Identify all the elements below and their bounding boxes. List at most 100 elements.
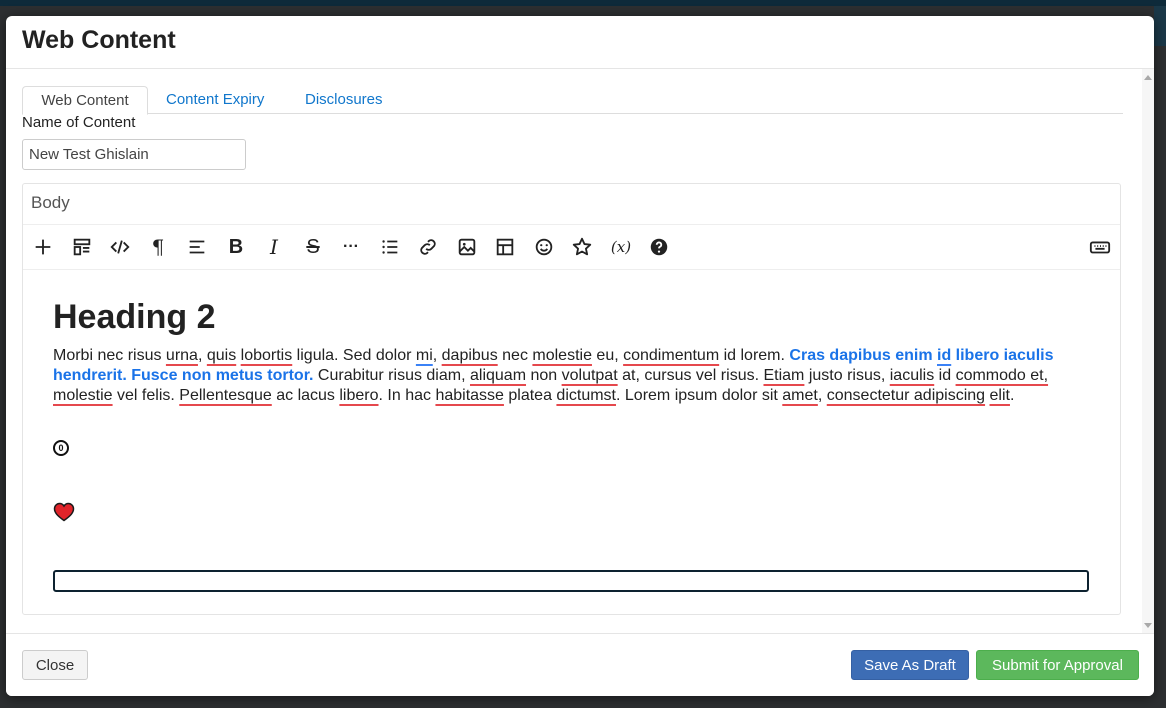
emoji-button[interactable] xyxy=(530,233,558,261)
text-segment: . In hac xyxy=(378,387,436,404)
grammar-flag[interactable]: mi xyxy=(416,347,433,364)
modal-body: Web Content Content Expiry Disclosures N… xyxy=(6,69,1154,634)
text-segment: id xyxy=(934,367,956,384)
plus-icon xyxy=(35,239,51,255)
strikethrough-icon: S xyxy=(306,235,320,258)
spelling-flag[interactable]: dapibus xyxy=(442,347,498,364)
heart-icon xyxy=(53,502,75,522)
paragraph-icon: ¶ xyxy=(151,235,165,259)
tab-bar: Web Content Content Expiry Disclosures xyxy=(22,86,1123,115)
spelling-flag[interactable]: volutpat xyxy=(562,367,618,384)
variable-icon: (x) xyxy=(610,238,632,256)
tab-disclosures[interactable]: Disclosures xyxy=(305,86,383,114)
text-segment: Curabitur risus diam, xyxy=(313,367,470,384)
editor-toolbar: ¶ B I S ··· (x) xyxy=(23,224,1120,270)
spelling-flag[interactable]: amet xyxy=(782,387,818,404)
grammar-flag[interactable]: id xyxy=(937,347,951,364)
table-icon xyxy=(496,238,514,256)
spelling-flag[interactable]: habitasse xyxy=(435,387,504,404)
text-segment: platea xyxy=(503,387,557,404)
tab-content-expiry[interactable]: Content Expiry xyxy=(166,86,264,114)
blocks-button[interactable] xyxy=(68,233,96,261)
text-segment: . xyxy=(1009,387,1015,404)
image-button[interactable] xyxy=(453,233,481,261)
scroll-down-arrow-icon[interactable] xyxy=(1144,623,1152,628)
blocks-icon xyxy=(73,238,91,256)
submit-for-approval-button[interactable]: Submit for Approval xyxy=(976,650,1139,680)
bold-button[interactable]: B xyxy=(222,233,250,261)
spelling-flag[interactable]: dictumst xyxy=(556,387,616,404)
ellipsis-icon: ··· xyxy=(343,238,359,255)
backdrop-edge xyxy=(1154,6,1166,46)
body-label: Body xyxy=(31,193,70,212)
help-icon xyxy=(650,238,668,256)
italic-button[interactable]: I xyxy=(260,233,288,261)
spelling-flag[interactable]: Pellentesque xyxy=(179,387,272,404)
text-segment: Morbi nec risus xyxy=(53,347,166,364)
text-segment: , xyxy=(817,387,827,404)
code-icon xyxy=(110,240,130,254)
text-segment: ligula. Sed dolor xyxy=(292,347,416,364)
close-button[interactable]: Close xyxy=(22,650,88,680)
name-of-content-label: Name of Content xyxy=(22,114,136,131)
content-paragraph: Morbi nec risus urna, quis lobortis ligu… xyxy=(53,346,1088,406)
spelling-flag[interactable]: condimentum xyxy=(623,347,719,364)
source-code-button[interactable] xyxy=(106,233,134,261)
star-button[interactable] xyxy=(568,233,596,261)
spelling-flag[interactable]: quis xyxy=(207,347,236,364)
text-segment: non xyxy=(526,367,562,384)
list-icon xyxy=(382,240,398,254)
text-segment: justo risus, xyxy=(804,367,890,384)
body-editor: Body ¶ B I S ··· (x) Heading 2 Morbi nec… xyxy=(22,183,1121,615)
text-segment: eu, xyxy=(591,347,624,364)
align-button[interactable] xyxy=(183,233,211,261)
text-segment: . Lorem ipsum dolor sit xyxy=(616,387,783,404)
bold-icon: B xyxy=(228,235,244,258)
spelling-flag[interactable]: libero xyxy=(339,387,378,404)
spelling-flag[interactable]: lobortis xyxy=(241,347,293,364)
text-segment: nec xyxy=(497,347,533,364)
tab-web-content[interactable]: Web Content xyxy=(22,86,148,115)
backdrop-header xyxy=(0,0,1166,6)
spelling-flag[interactable]: iaculis xyxy=(890,367,934,384)
link-icon xyxy=(420,239,436,255)
link-button[interactable] xyxy=(414,233,442,261)
save-as-draft-button[interactable]: Save As Draft xyxy=(851,650,969,680)
help-button[interactable] xyxy=(645,233,673,261)
modal-scrollbar[interactable] xyxy=(1142,69,1154,634)
keyboard-shortcuts-button[interactable] xyxy=(1086,233,1114,261)
scroll-up-arrow-icon[interactable] xyxy=(1144,75,1152,80)
spelling-flag[interactable]: molestie xyxy=(532,347,592,364)
emoji-icon xyxy=(535,238,553,256)
variable-button[interactable]: (x) xyxy=(607,233,635,261)
strikethrough-button[interactable]: S xyxy=(299,233,327,261)
text-segment: , xyxy=(197,347,207,364)
image-icon xyxy=(458,238,476,256)
content-heading: Heading 2 xyxy=(53,298,216,336)
italic-icon: I xyxy=(270,235,278,259)
modal-title: Web Content xyxy=(22,26,176,54)
paragraph-button[interactable]: ¶ xyxy=(144,233,172,261)
spelling-flag[interactable]: consectetur adipiscing xyxy=(827,387,985,404)
modal-header: Web Content xyxy=(6,16,1154,69)
text-segment: id lorem. xyxy=(719,347,790,364)
modal-footer: Close Save As Draft Submit for Approval xyxy=(6,633,1154,696)
bold-link-text[interactable]: Cras dapibus enim xyxy=(789,347,937,364)
add-block-button[interactable] xyxy=(29,233,57,261)
name-of-content-input[interactable] xyxy=(22,139,246,170)
keyboard-icon xyxy=(1089,241,1111,254)
spelling-flag[interactable]: aliquam xyxy=(470,367,526,384)
text-segment: vel felis. xyxy=(112,387,180,404)
selected-block[interactable] xyxy=(53,570,1089,592)
table-button[interactable] xyxy=(491,233,519,261)
spelling-flag[interactable]: Etiam xyxy=(763,367,804,384)
spelling-flag[interactable]: urna xyxy=(166,347,198,364)
star-icon xyxy=(572,237,592,256)
text-segment: ac lacus xyxy=(271,387,340,404)
more-button[interactable]: ··· xyxy=(337,233,365,261)
align-left-icon xyxy=(189,240,205,254)
list-button[interactable] xyxy=(376,233,404,261)
text-segment: at, cursus vel risus. xyxy=(617,367,764,384)
zero-circle-icon: 0 xyxy=(53,440,69,456)
spelling-flag[interactable]: elit xyxy=(990,387,1010,404)
